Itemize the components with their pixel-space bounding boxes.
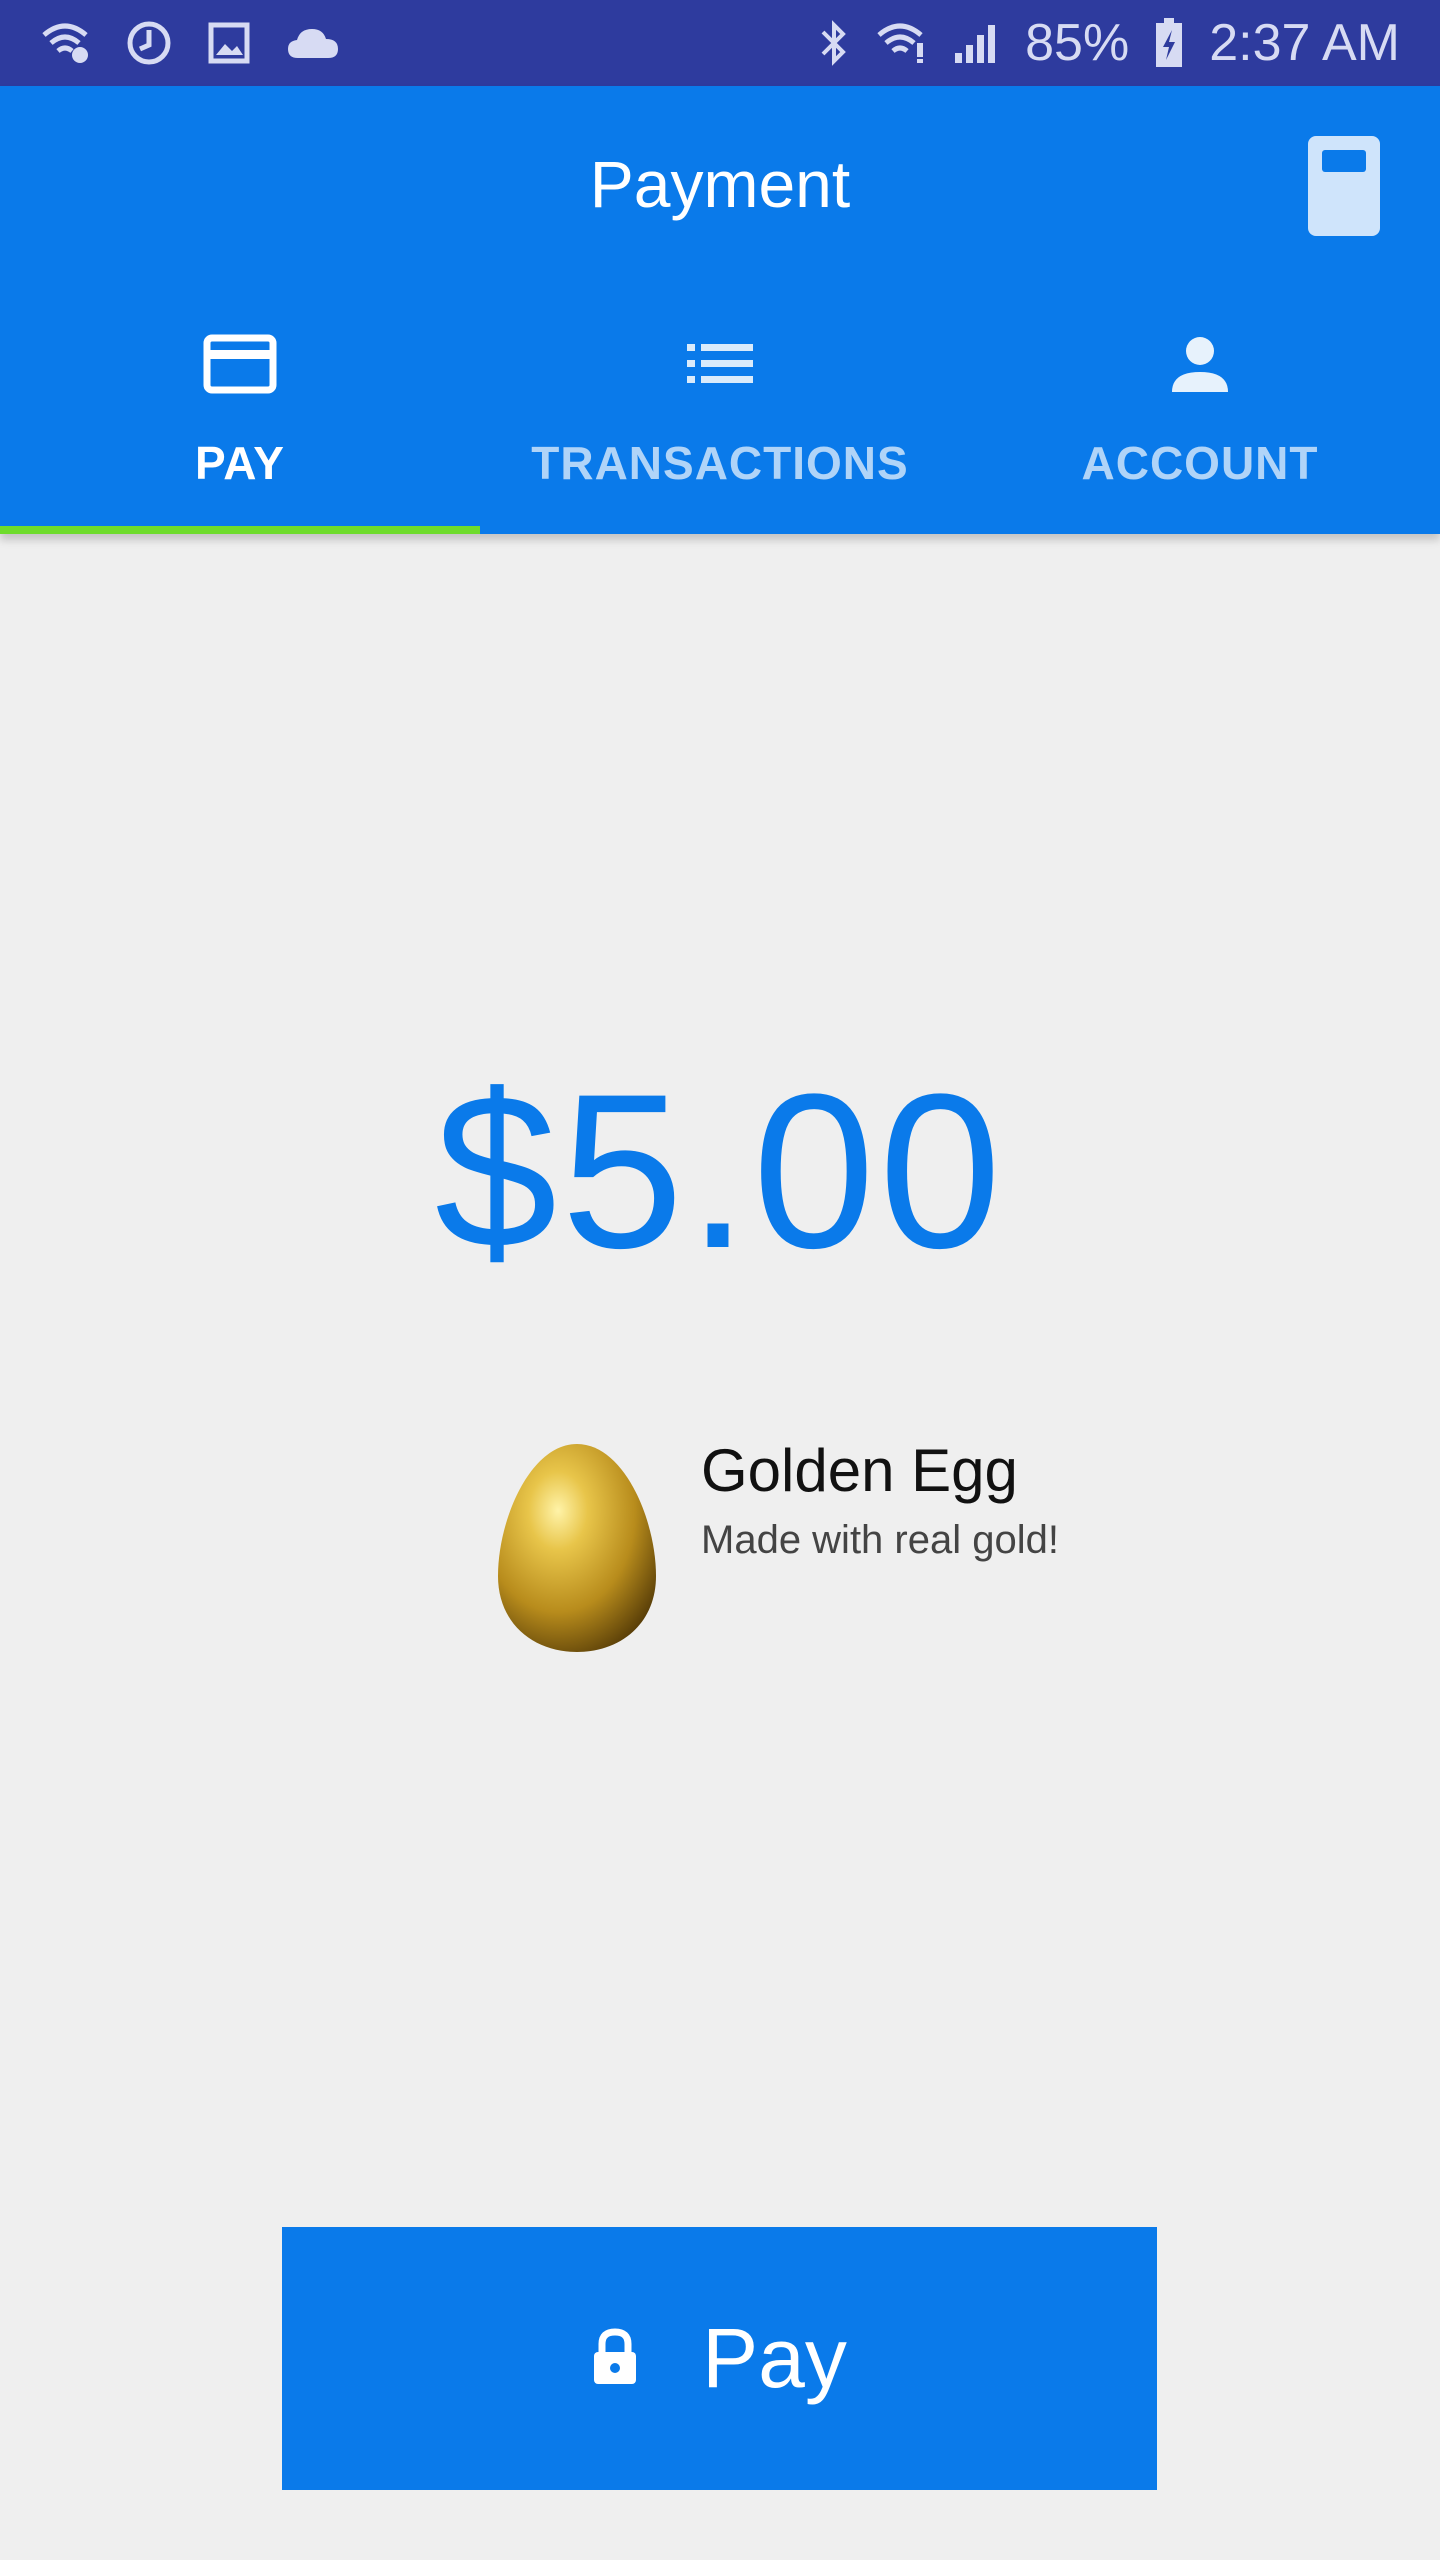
cloud-icon	[286, 26, 340, 60]
signal-icon	[953, 23, 999, 63]
status-time: 2:37 AM	[1209, 14, 1400, 72]
page-title: Payment	[589, 147, 851, 221]
sync-icon	[126, 20, 172, 66]
tab-indicator	[480, 526, 960, 534]
bluetooth-icon	[819, 20, 849, 66]
product-name: Golden Egg	[701, 1437, 1018, 1504]
tab-bar: PAY TRANSACTIONS ACCOUNT	[0, 304, 1440, 534]
tab-account[interactable]: ACCOUNT	[960, 304, 1440, 534]
tab-account-label: ACCOUNT	[1081, 437, 1319, 489]
status-left-icons	[40, 0, 340, 86]
product-description: Made with real gold!	[701, 1518, 1059, 1562]
tab-pay-label: PAY	[195, 437, 285, 489]
battery-percent: 85%	[1025, 14, 1130, 72]
tab-indicator	[0, 526, 480, 534]
list-icon	[687, 332, 753, 396]
app-bar: Payment PAY TRANSACTIONS ACCOUNT	[0, 86, 1440, 534]
tab-pay[interactable]: PAY	[0, 304, 480, 534]
battery-charging-icon	[1155, 18, 1183, 68]
golden-egg-image	[496, 1440, 658, 1654]
status-bar: 85% 2:37 AM	[0, 0, 1440, 86]
tab-indicator	[960, 526, 1440, 534]
wifi-alert-icon	[875, 23, 927, 63]
calculator-button[interactable]	[1308, 136, 1380, 236]
product-card: Golden Egg Made with real gold!	[496, 1436, 1196, 1656]
pay-button[interactable]: Pay	[282, 2227, 1157, 2490]
credit-card-icon	[203, 332, 277, 396]
wifi-question-icon	[40, 23, 90, 63]
lock-icon	[592, 2328, 638, 2389]
calculator-icon	[1322, 150, 1366, 172]
payment-amount: $5.00	[434, 1048, 1006, 1294]
pay-button-label: Pay	[702, 2311, 847, 2405]
person-icon	[1170, 332, 1230, 396]
status-right-icons: 85% 2:37 AM	[819, 0, 1400, 86]
image-icon	[208, 22, 250, 64]
tab-transactions[interactable]: TRANSACTIONS	[480, 304, 960, 534]
tab-transactions-label: TRANSACTIONS	[531, 437, 909, 489]
